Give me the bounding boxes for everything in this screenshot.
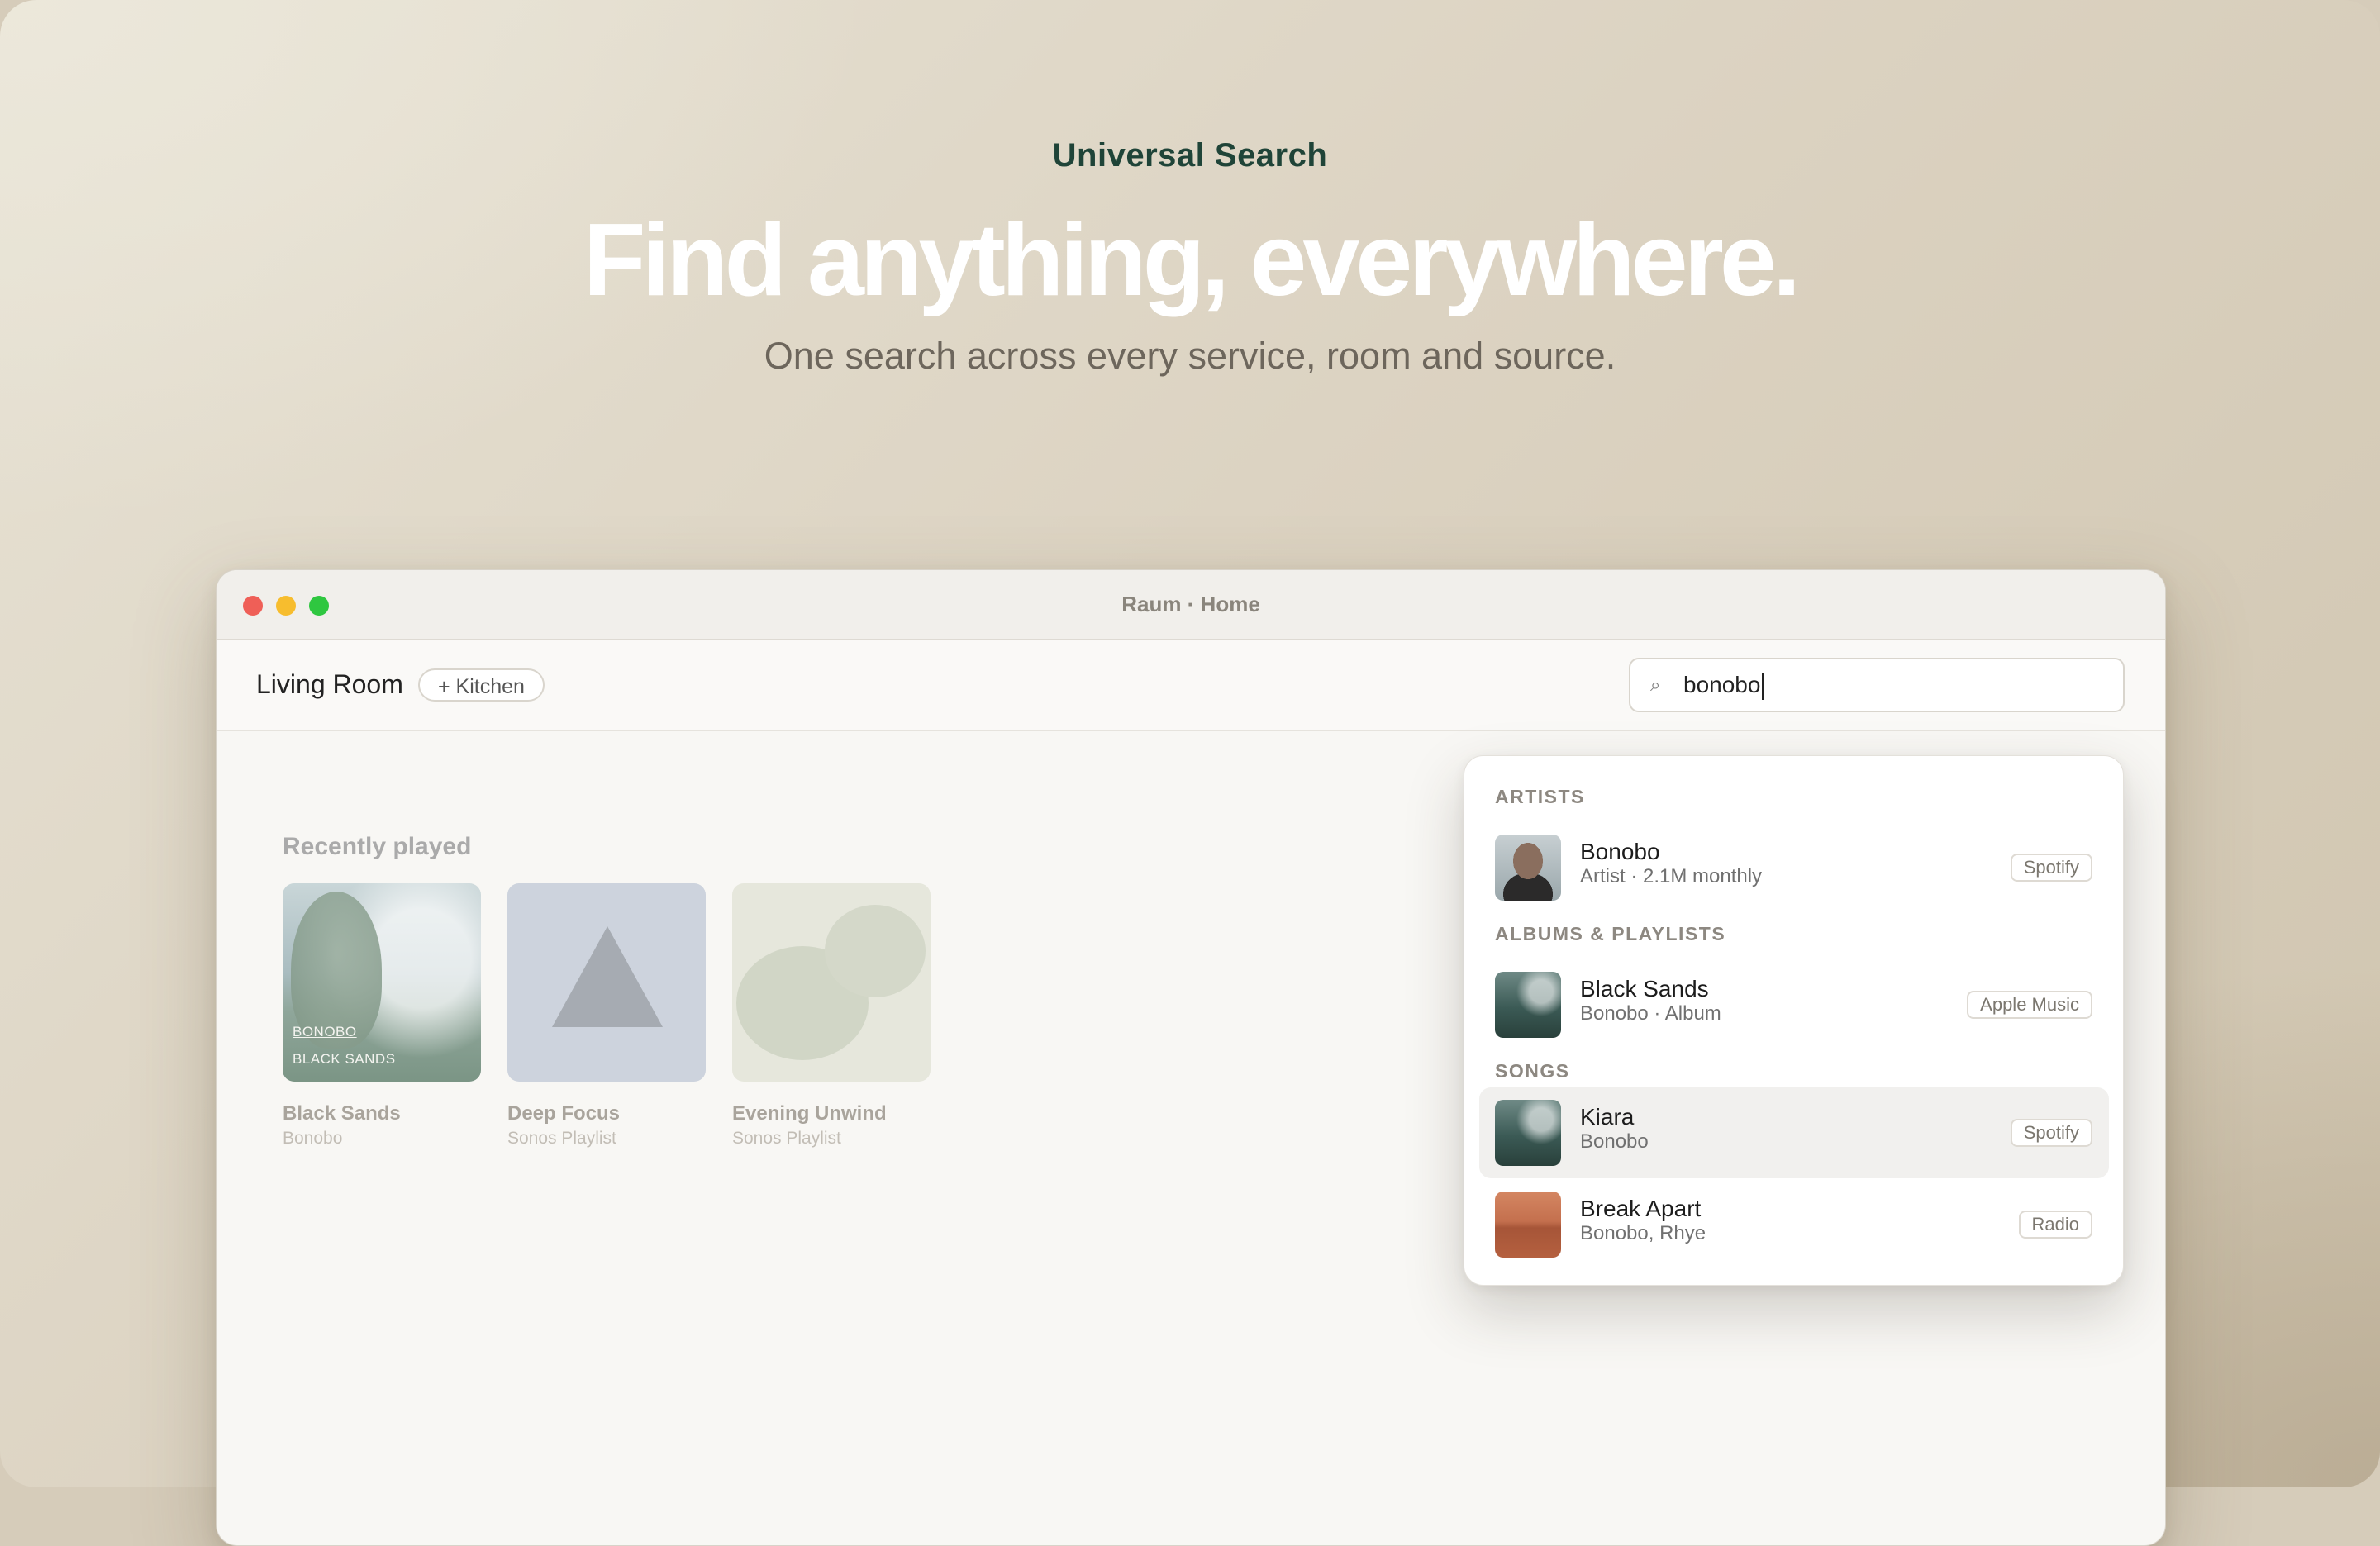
album-art (1495, 1192, 1561, 1258)
title-bar: Raum · Home (217, 570, 2165, 640)
source-badge: Radio (2018, 1211, 2092, 1239)
circle-graphic (825, 905, 926, 997)
result-row-artist[interactable]: Bonobo Artist · 2.1M monthly Spotify (1479, 822, 2109, 913)
hero-subhead: One search across every service, room an… (764, 335, 1616, 377)
search-input[interactable]: bonobo (1683, 659, 1764, 711)
result-row-song[interactable]: Break Apart Bonobo, Rhye Radio (1479, 1179, 2109, 1270)
add-room-chip[interactable]: + Kitchen (418, 668, 545, 702)
source-badge: Spotify (2010, 854, 2092, 882)
recent-card-deep-focus[interactable]: Deep Focus Sonos Playlist (507, 883, 706, 1149)
result-row-song[interactable]: Kiara Bonobo Spotify (1479, 1087, 2109, 1178)
hero-headline: Find anything, everywhere. (583, 203, 1802, 317)
result-subtitle: Bonobo, Rhye (1580, 1222, 1706, 1244)
album-art (1495, 972, 1561, 1038)
search-value: bonobo (1683, 672, 1761, 697)
album-art: BONOBO BLACK SANDS (283, 883, 481, 1082)
hero-eyebrow: Universal Search (1052, 137, 1328, 174)
playlist-art (732, 883, 931, 1082)
result-subtitle: Bonobo · Album (1580, 1002, 1721, 1025)
search-field[interactable]: ⌕ bonobo (1629, 658, 2125, 712)
search-results-dropdown: ARTISTS Bonobo Artist · 2.1M monthly Spo… (1464, 755, 2124, 1286)
art-album-label: BLACK SANDS (293, 1051, 396, 1067)
result-subtitle: Bonobo (1580, 1130, 1649, 1153)
room-selector[interactable]: Living Room (256, 669, 403, 700)
result-row-album[interactable]: Black Sands Bonobo · Album Apple Music (1479, 959, 2109, 1050)
card-title: Deep Focus (507, 1102, 621, 1125)
result-title: Break Apart (1580, 1196, 1702, 1221)
art-artist-label: BONOBO (293, 1024, 357, 1039)
result-title: Black Sands (1580, 976, 1709, 1001)
artists-header: ARTISTS (1495, 786, 1585, 807)
recently-played-title: Recently played (283, 833, 472, 860)
result-subtitle: Artist · 2.1M monthly (1580, 865, 1763, 887)
result-title: Bonobo (1580, 839, 1660, 864)
card-subtitle: Bonobo (283, 1129, 343, 1148)
album-art (1495, 1100, 1561, 1166)
card-title: Evening Unwind (732, 1102, 887, 1125)
window-title: Raum · Home (1121, 592, 1260, 616)
card-title: Black Sands (283, 1102, 401, 1125)
card-subtitle: Sonos Playlist (732, 1129, 841, 1148)
result-title: Kiara (1580, 1104, 1635, 1130)
source-badge: Apple Music (1967, 991, 2092, 1019)
recent-card-evening-unwind[interactable]: Evening Unwind Sonos Playlist (732, 883, 931, 1149)
card-subtitle: Sonos Playlist (507, 1129, 616, 1148)
playlist-art (507, 883, 706, 1082)
triangle-graphic (552, 926, 663, 1027)
albums-header: ALBUMS & PLAYLISTS (1495, 923, 1726, 944)
search-icon: ⌕ (1650, 674, 1661, 695)
recent-card-black-sands[interactable]: BONOBO BLACK SANDS Black Sands Bonobo (283, 883, 481, 1149)
artist-photo (1495, 835, 1561, 901)
source-badge: Spotify (2010, 1119, 2092, 1147)
text-caret (1762, 673, 1764, 700)
songs-header: SONGS (1495, 1060, 1570, 1082)
toolbar: Living Room + Kitchen ⌕ bonobo (217, 640, 2165, 731)
